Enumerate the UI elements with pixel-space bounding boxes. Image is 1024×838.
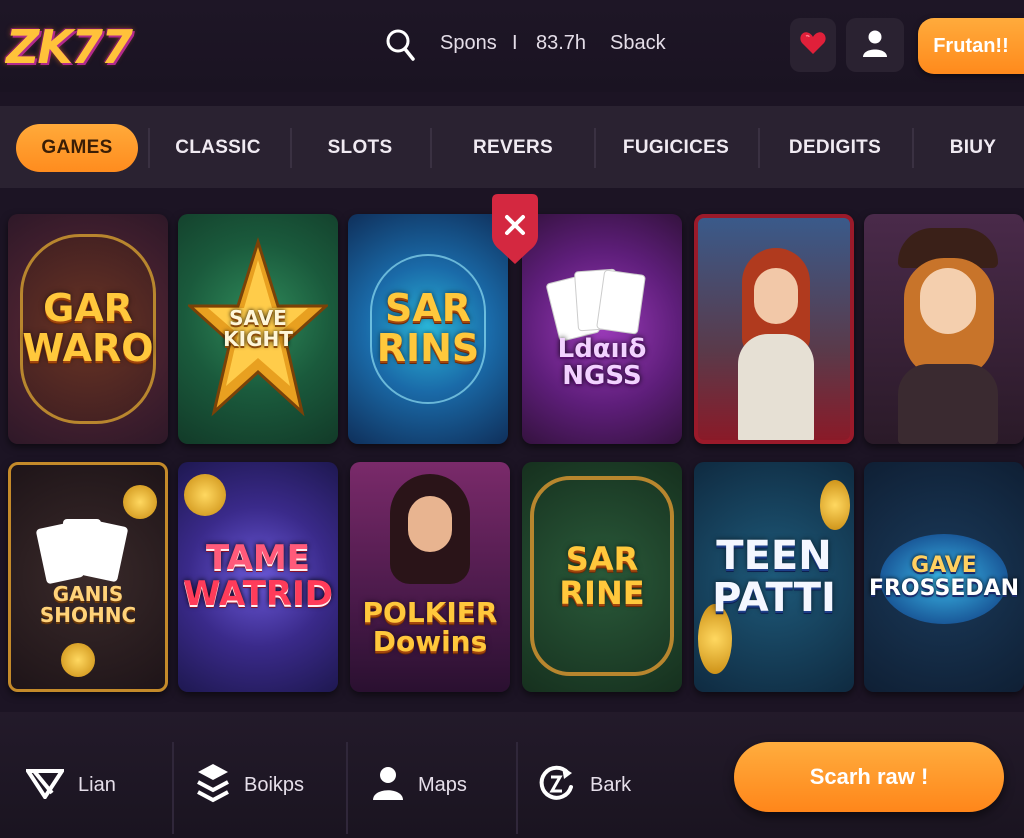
tab-divider: [148, 128, 150, 168]
game-title: SAVE KIGHT: [223, 306, 293, 351]
tab-dedigits[interactable]: DEDIGITS: [770, 124, 900, 172]
tab-slots[interactable]: SLOTS: [304, 124, 416, 172]
layers-icon: [196, 762, 230, 809]
frutan-button[interactable]: Frutan!!: [918, 18, 1024, 74]
game-tile[interactable]: TAME WATRID: [178, 462, 338, 692]
coin-icon: [820, 480, 850, 530]
game-title: Ldαııδ NGSS: [557, 333, 647, 391]
coin-icon: [123, 485, 157, 519]
game-title: GANIS SHOHNC: [39, 582, 137, 627]
close-icon: [492, 194, 538, 264]
tab-divider: [594, 128, 596, 168]
game-title: POLKIER Dowins: [362, 595, 498, 658]
game-title: TEEN PATTI: [712, 533, 836, 621]
bottom-item-bark[interactable]: Bark: [538, 760, 631, 810]
user-icon: [372, 766, 404, 805]
favorite-button[interactable]: [790, 18, 836, 72]
header-stat-divider: I: [512, 32, 518, 54]
game-tile[interactable]: GAVE FROSSEDAN: [864, 462, 1024, 692]
refresh-icon: [538, 763, 576, 808]
category-tabs: GAMES CLASSIC SLOTS REVERS FUGICICES DED…: [0, 106, 1024, 188]
tab-divider: [430, 128, 432, 168]
search-now-button[interactable]: Scarh raw !: [734, 742, 1004, 812]
game-tile[interactable]: SAR RINE: [522, 462, 682, 692]
lian-icon: [24, 767, 66, 804]
game-title: SAR RINS: [376, 286, 480, 370]
tab-games[interactable]: GAMES: [16, 124, 138, 172]
search-icon[interactable]: [384, 26, 416, 64]
character-illustration: [390, 474, 470, 584]
bottom-divider: [516, 742, 518, 834]
user-icon: [862, 29, 888, 62]
tab-revers[interactable]: REVERS: [446, 124, 580, 172]
bottom-item-maps[interactable]: Maps: [372, 760, 467, 810]
game-tile[interactable]: Ldαııδ NGSS: [522, 214, 682, 444]
tab-classic[interactable]: CLASSIC: [160, 124, 276, 172]
tab-divider: [912, 128, 914, 168]
bottom-divider: [172, 742, 174, 834]
bottom-item-lian[interactable]: Lian: [24, 760, 116, 810]
bottom-item-boikps[interactable]: Boikps: [196, 760, 304, 810]
tab-divider: [290, 128, 292, 168]
bottom-divider: [346, 742, 348, 834]
game-title: GAVE FROSSEDAN: [868, 552, 1020, 601]
game-tile[interactable]: [864, 214, 1024, 444]
profile-button[interactable]: [846, 18, 904, 72]
header-stat-spons: Spons: [440, 32, 497, 54]
game-tile[interactable]: GAR WARO: [8, 214, 168, 444]
game-tile[interactable]: SAVE KIGHT: [178, 214, 338, 444]
character-illustration: [728, 238, 824, 440]
game-tile[interactable]: GANIS SHOHNC: [8, 462, 168, 692]
game-tile[interactable]: SAR RINS: [348, 214, 508, 444]
tab-biuy[interactable]: BIUY: [926, 124, 1020, 172]
close-button[interactable]: [490, 194, 540, 266]
game-title: TAME WATRID: [183, 538, 333, 614]
header-stat-hours: 83.7h: [536, 32, 587, 54]
game-tile[interactable]: TEEN PATTI: [694, 462, 854, 692]
coin-icon: [184, 474, 226, 516]
header: ZK77 Spons I 83.7h Sback Frutan!!: [0, 0, 1024, 92]
logo[interactable]: ZK77: [6, 20, 133, 74]
header-stat-sback: Sback: [610, 32, 666, 54]
tab-divider: [758, 128, 760, 168]
character-illustration: [888, 224, 1008, 444]
game-title: GAR WARO: [22, 286, 154, 370]
heart-icon: [800, 31, 826, 60]
game-tile[interactable]: POLKIER Dowins: [350, 462, 510, 692]
tab-fugicices[interactable]: FUGICICES: [608, 124, 744, 172]
game-tile[interactable]: [694, 214, 854, 444]
coin-icon: [61, 643, 95, 677]
game-title: SAR RINE: [559, 540, 645, 612]
